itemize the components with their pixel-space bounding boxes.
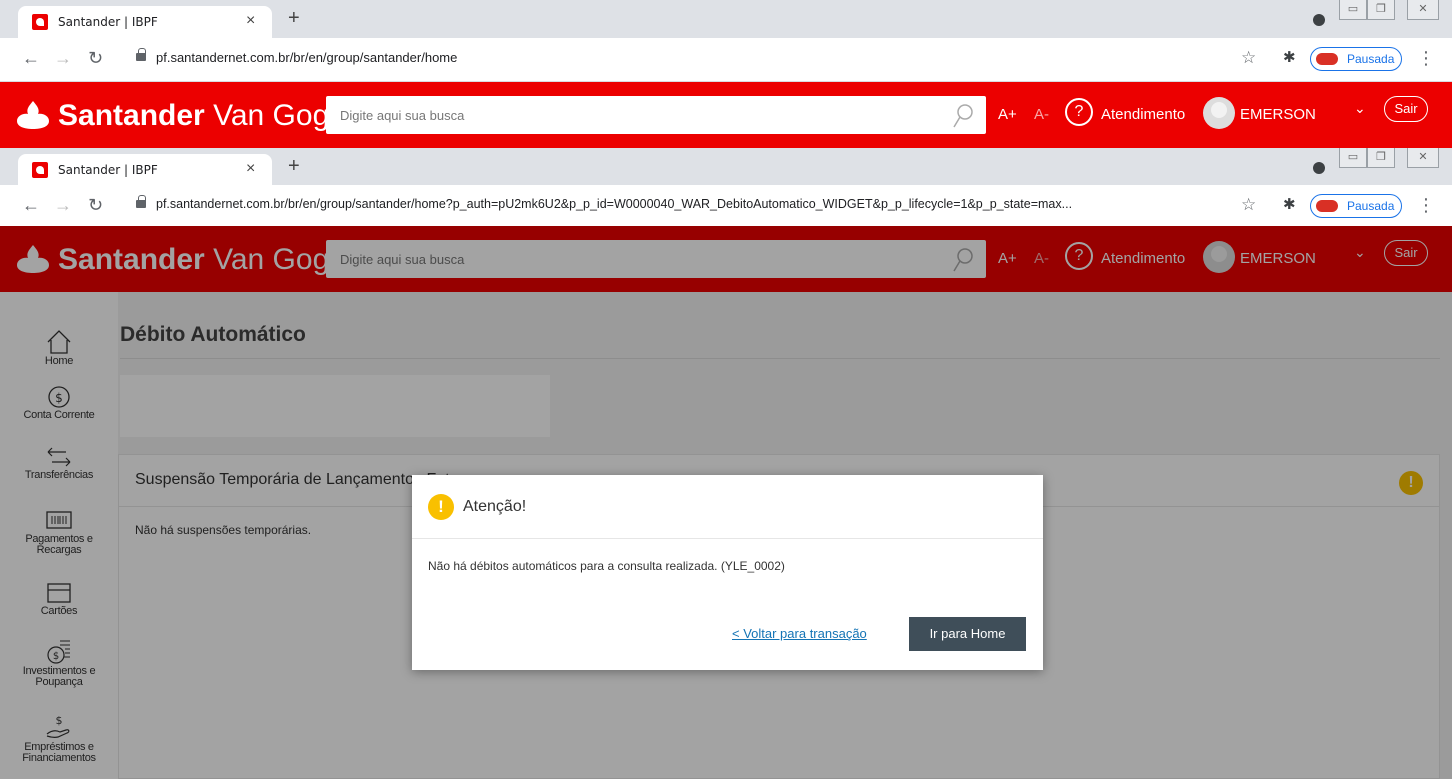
inner-santander-favicon-icon bbox=[32, 162, 48, 178]
reload-icon[interactable]: ↻ bbox=[88, 48, 103, 69]
extensions-icon[interactable]: ✱ bbox=[1283, 48, 1296, 66]
inner-minimize-icon[interactable]: ▭ bbox=[1339, 148, 1367, 168]
inner-browser-tab[interactable]: Santander | IBPF × bbox=[18, 154, 272, 186]
tab-title: Santander | IBPF bbox=[58, 15, 158, 29]
inner-profile-avatar bbox=[1316, 200, 1338, 212]
inner-browser-menu-icon[interactable]: ⋮ bbox=[1417, 195, 1435, 216]
profile-label: Pausada bbox=[1347, 52, 1395, 66]
support-link[interactable]: Atendimento bbox=[1101, 106, 1185, 123]
url-field[interactable]: pf.santandernet.com.br/br/en/group/santa… bbox=[156, 50, 457, 65]
help-icon[interactable]: ? bbox=[1065, 98, 1093, 126]
inner-profile-label: Pausada bbox=[1347, 199, 1395, 213]
browser-tab[interactable]: Santander | IBPF × bbox=[18, 6, 272, 38]
inner-tab-search-icon[interactable] bbox=[1313, 162, 1325, 174]
inner-lock-icon[interactable] bbox=[136, 195, 146, 208]
browser-tab-strip: Santander | IBPF × + ▭ ❐ ✕ bbox=[0, 0, 1452, 38]
site-header: Santander Van Gogh Digite aqui sua busca… bbox=[0, 82, 1452, 148]
font-increase-button[interactable]: A+ bbox=[998, 106, 1017, 123]
inner-new-tab-button[interactable]: + bbox=[288, 156, 300, 176]
inner-browser-tab-strip: Santander | IBPF × + ▭ ❐ ✕ bbox=[0, 148, 1452, 186]
lock-icon[interactable] bbox=[136, 48, 146, 61]
bookmark-star-icon[interactable]: ☆ bbox=[1241, 48, 1256, 68]
font-decrease-button[interactable]: A- bbox=[1034, 106, 1049, 123]
user-name[interactable]: EMERSON bbox=[1240, 106, 1316, 123]
inner-forward-icon[interactable]: → bbox=[54, 195, 72, 216]
brand-logo[interactable]: Santander Van Gogh bbox=[58, 99, 346, 133]
window-controls: ▭ ❐ ✕ bbox=[1339, 0, 1439, 22]
alert-dialog: ! Atenção! Não há débitos automáticos pa… bbox=[412, 475, 1043, 670]
browser-menu-icon[interactable]: ⋮ bbox=[1417, 48, 1435, 69]
search-box[interactable]: Digite aqui sua busca bbox=[326, 96, 986, 134]
inner-bookmark-star-icon[interactable]: ☆ bbox=[1241, 195, 1256, 215]
logout-button[interactable]: Sair bbox=[1384, 96, 1428, 122]
back-icon[interactable]: ← bbox=[22, 48, 40, 69]
address-bar: ← → ↻ pf.santandernet.com.br/br/en/group… bbox=[0, 38, 1452, 82]
new-tab-button[interactable]: + bbox=[288, 8, 300, 28]
inner-tab-close-icon[interactable]: × bbox=[246, 160, 255, 178]
dialog-message: Não há débitos automáticos para a consul… bbox=[428, 559, 785, 573]
brand-name: Santander bbox=[58, 99, 205, 132]
close-window-icon[interactable]: ✕ bbox=[1407, 0, 1439, 20]
inner-close-window-icon[interactable]: ✕ bbox=[1407, 148, 1439, 168]
inner-tab-title: Santander | IBPF bbox=[58, 163, 158, 177]
go-home-button[interactable]: Ir para Home bbox=[909, 617, 1026, 651]
warning-icon: ! bbox=[428, 494, 454, 520]
inner-window-controls: ▭ ❐ ✕ bbox=[1339, 148, 1439, 170]
inner-extensions-icon[interactable]: ✱ bbox=[1283, 195, 1296, 213]
back-to-transaction-link[interactable]: < Voltar para transação bbox=[732, 626, 867, 641]
avatar[interactable] bbox=[1203, 97, 1235, 129]
inner-restore-icon[interactable]: ❐ bbox=[1367, 148, 1395, 168]
search-input[interactable]: Digite aqui sua busca bbox=[340, 108, 464, 123]
chevron-down-icon[interactable]: ⌄ bbox=[1354, 100, 1366, 117]
tab-search-icon[interactable] bbox=[1313, 14, 1325, 26]
minimize-icon[interactable]: ▭ bbox=[1339, 0, 1367, 20]
restore-icon[interactable]: ❐ bbox=[1367, 0, 1395, 20]
dialog-header: ! Atenção! bbox=[412, 475, 1043, 539]
inner-back-icon[interactable]: ← bbox=[22, 195, 40, 216]
inner-reload-icon[interactable]: ↻ bbox=[88, 195, 103, 216]
search-icon[interactable] bbox=[952, 103, 974, 129]
profile-avatar bbox=[1316, 53, 1338, 65]
profile-button[interactable]: Pausada bbox=[1310, 47, 1402, 71]
tab-close-icon[interactable]: × bbox=[246, 12, 255, 30]
dialog-title: Atenção! bbox=[463, 498, 527, 515]
forward-icon[interactable]: → bbox=[54, 48, 72, 69]
inner-url-field[interactable]: pf.santandernet.com.br/br/en/group/santa… bbox=[156, 197, 1072, 211]
santander-favicon-icon bbox=[32, 14, 48, 30]
inner-address-bar: ← → ↻ pf.santandernet.com.br/br/en/group… bbox=[0, 185, 1452, 229]
santander-flame-icon[interactable] bbox=[16, 100, 50, 130]
inner-profile-button[interactable]: Pausada bbox=[1310, 194, 1402, 218]
